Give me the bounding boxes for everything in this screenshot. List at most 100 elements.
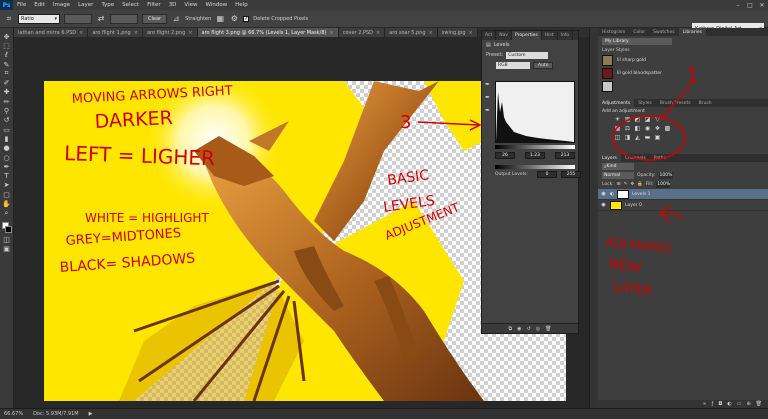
posterize-icon[interactable]: ◨	[624, 134, 631, 141]
adjustment-icon[interactable]: ◐	[727, 401, 731, 407]
width-field[interactable]	[64, 13, 92, 24]
new-layer-icon[interactable]: ⊕	[746, 401, 750, 407]
path-select-icon[interactable]: ➤	[1, 181, 13, 190]
tab-swatches[interactable]: Swatches	[649, 28, 679, 36]
maximize-button[interactable]: □	[744, 0, 756, 10]
input-white-field[interactable]: 213	[555, 152, 575, 159]
menu-image[interactable]: Image	[49, 2, 74, 8]
menu-window[interactable]: Window	[201, 2, 231, 8]
tab-histogram[interactable]: Histogram	[598, 28, 629, 36]
gradient-map-icon[interactable]: ▬	[644, 134, 651, 141]
eyedropper-tool-icon[interactable]: ✐	[1, 78, 13, 87]
input-midtone-field[interactable]: 1.23	[525, 152, 545, 159]
gradient-tool-icon[interactable]: ▮	[1, 134, 13, 143]
tab-channels[interactable]: Channels	[621, 154, 650, 162]
ratio-select[interactable]: Ratio ▾	[18, 13, 60, 24]
output-gradient-slider[interactable]	[495, 165, 575, 169]
zoom-level[interactable]: 66.67%	[4, 411, 23, 417]
color-lookup-icon[interactable]: ▩	[664, 125, 671, 132]
close-icon[interactable]: ×	[188, 30, 192, 36]
selective-color-icon[interactable]: ▣	[654, 134, 661, 141]
tab-layers[interactable]: Layers	[598, 154, 621, 162]
library-item[interactable]	[598, 80, 768, 93]
tab-document[interactable]: cover 2.PSD ×	[338, 28, 386, 37]
blend-mode-select[interactable]: Normal	[602, 172, 634, 179]
gear-icon[interactable]: ⚙	[229, 14, 239, 24]
shape-tool-icon[interactable]: ▢	[1, 190, 13, 199]
tab-document[interactable]: lathan and mirra 6.PSD ×	[14, 28, 89, 37]
threshold-icon[interactable]: ◭	[634, 134, 641, 141]
tab-navigator[interactable]: Nav	[496, 31, 513, 40]
brush-tool-icon[interactable]: ✏	[1, 97, 13, 106]
swap-icon[interactable]: ⇄	[96, 14, 106, 24]
visibility-icon[interactable]: ◎	[536, 326, 540, 332]
lasso-tool-icon[interactable]: ℓ	[1, 51, 13, 60]
eye-icon[interactable]: ◉	[600, 191, 607, 198]
healing-tool-icon[interactable]: ✚	[1, 88, 13, 97]
eye-icon[interactable]: ◉	[600, 202, 607, 209]
tab-brush-presets[interactable]: Brush Presets	[656, 99, 695, 107]
gray-eyedropper-icon[interactable]: ✒	[485, 94, 493, 101]
tab-document[interactable]: aro flight 1.png ×	[88, 28, 143, 37]
color-balance-icon[interactable]: ⚖	[624, 125, 631, 132]
auto-button[interactable]: Auto	[533, 61, 554, 69]
fill-field[interactable]: 100%	[656, 181, 671, 188]
move-tool-icon[interactable]: ✥	[1, 32, 13, 41]
lock-icon[interactable]: ⊞	[617, 182, 621, 187]
tab-paths[interactable]: Paths	[650, 154, 670, 162]
curves-icon[interactable]: ◩	[634, 116, 641, 123]
exposure-icon[interactable]: ◪	[644, 116, 651, 123]
fx-icon[interactable]: ƒ	[712, 401, 714, 407]
tab-document-active[interactable]: aro flight 3.png @ 66.7% (Levels 1, Laye…	[197, 28, 339, 37]
close-icon[interactable]: ×	[469, 30, 473, 36]
tab-info[interactable]: Info	[558, 31, 574, 40]
blur-tool-icon[interactable]: ●	[1, 144, 13, 153]
kind-filter-select[interactable]: ⌕ Kind	[602, 163, 634, 170]
close-icon[interactable]: ×	[79, 30, 83, 36]
straighten-icon[interactable]: ⊿	[171, 14, 181, 24]
black-white-icon[interactable]: ◧	[634, 125, 641, 132]
panel-dock-strip[interactable]	[589, 28, 598, 408]
type-tool-icon[interactable]: T	[1, 171, 13, 180]
lock-icon[interactable]: 🔒	[637, 182, 643, 187]
library-item[interactable]: lil gold bloodspatter	[598, 67, 768, 80]
menu-edit[interactable]: Edit	[30, 2, 49, 8]
tab-history[interactable]: Hist	[542, 31, 558, 40]
lock-icon[interactable]: ✎	[624, 182, 628, 187]
color-swatches[interactable]	[1, 221, 13, 235]
status-menu-icon[interactable]: ▶	[89, 411, 93, 417]
menu-view[interactable]: View	[180, 2, 201, 8]
tab-color[interactable]: Color	[629, 28, 649, 36]
lock-icon[interactable]: ✥	[630, 182, 634, 187]
channel-mixer-icon[interactable]: ❖	[654, 125, 661, 132]
output-white-field[interactable]: 255	[561, 171, 581, 178]
input-gradient-slider[interactable]	[495, 145, 575, 149]
mask-icon[interactable]: ◘	[718, 401, 722, 407]
marquee-tool-icon[interactable]: ⬚	[1, 41, 13, 50]
white-eyedropper-icon[interactable]: ✒	[485, 107, 493, 114]
close-icon[interactable]: ×	[376, 30, 380, 36]
tab-libraries[interactable]: Libraries	[678, 28, 707, 36]
straighten-label[interactable]: Straighten	[185, 16, 211, 22]
layer-mask-thumb[interactable]	[616, 189, 629, 199]
library-item[interactable]: lil sharp gold	[598, 54, 768, 67]
tab-adjustments[interactable]: Adjustments	[598, 99, 635, 107]
close-button[interactable]: ✕	[756, 0, 768, 10]
close-icon[interactable]: ×	[134, 30, 138, 36]
menu-filter[interactable]: Filter	[143, 2, 165, 8]
hand-tool-icon[interactable]: ✋	[1, 199, 13, 208]
trash-icon[interactable]: 🗑	[756, 401, 762, 407]
menu-help[interactable]: Help	[231, 2, 252, 8]
tab-document[interactable]: swing.jpg ×	[437, 28, 478, 37]
link-icon[interactable]: ∞	[702, 401, 706, 407]
crop-tool-icon[interactable]: ⌗	[1, 69, 13, 78]
trash-icon[interactable]: 🗑	[545, 326, 551, 332]
clip-icon[interactable]: ⧉	[509, 326, 513, 332]
minimize-button[interactable]: –	[732, 0, 744, 10]
tab-styles[interactable]: Styles	[634, 99, 656, 107]
view-previous-icon[interactable]: ◉	[517, 326, 521, 332]
close-icon[interactable]: ×	[429, 30, 433, 36]
brightness-icon[interactable]: ☀	[614, 116, 621, 123]
stamp-tool-icon[interactable]: ⚲	[1, 106, 13, 115]
quick-mask-icon[interactable]: ◫	[1, 235, 13, 244]
